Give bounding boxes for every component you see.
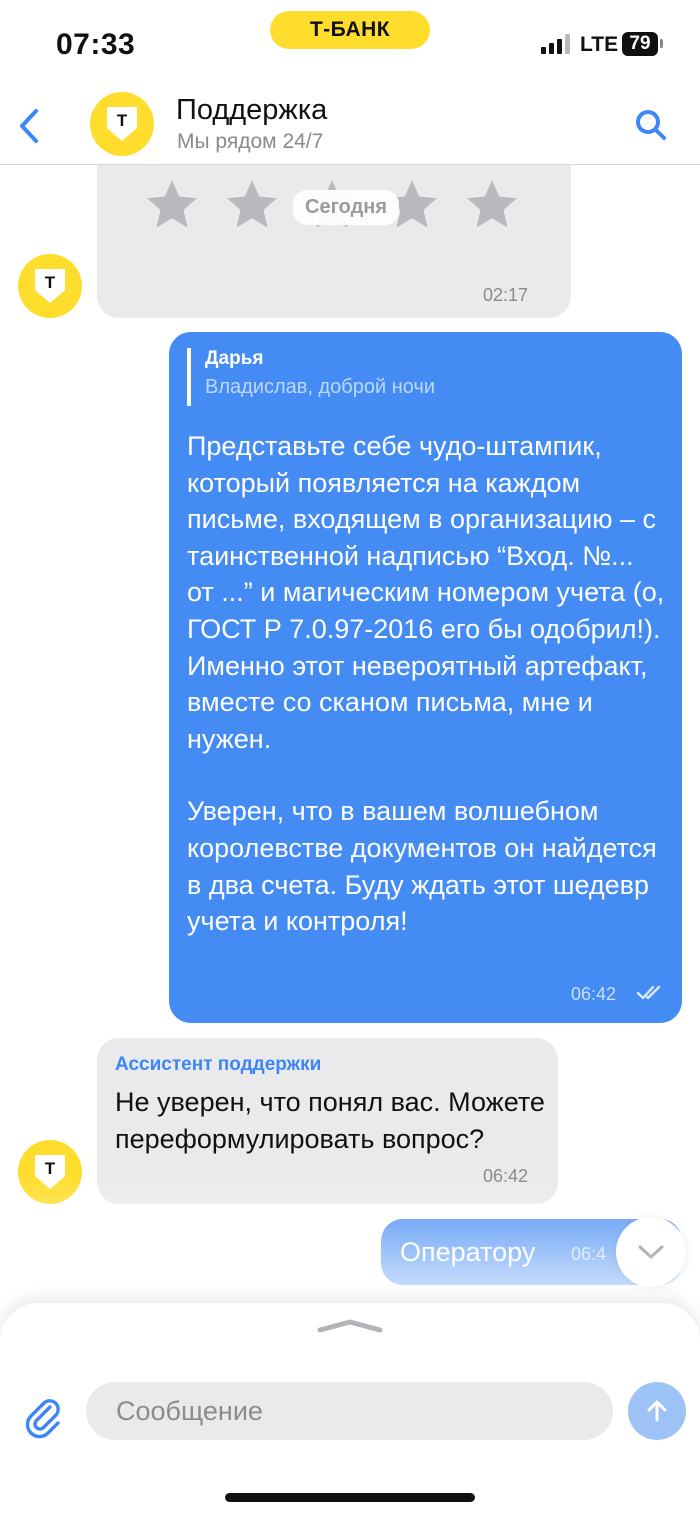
reply-quote[interactable]: Дарья Владислав, доброй ночи — [187, 348, 505, 406]
quote-text: Владислав, доброй ночи — [205, 376, 436, 398]
message-composer — [0, 1303, 700, 1515]
message-time: 06:42 — [483, 1166, 529, 1186]
shield-icon: Т — [35, 1155, 65, 1189]
message-paragraph: Уверен, что в вашем волшебном королевств… — [187, 796, 657, 937]
user-message[interactable]: Дарья Владислав, доброй ночи Представьте… — [169, 332, 682, 1023]
send-button[interactable] — [628, 1382, 686, 1440]
back-arrow-icon[interactable] — [14, 106, 44, 146]
date-divider: Сегодня — [293, 190, 400, 225]
message-text: Оператору — [400, 1237, 536, 1267]
message-time: 06:4 — [571, 1244, 607, 1264]
assistant-message[interactable]: Ассистент поддержки Не уверен, что понял… — [97, 1038, 558, 1204]
network-type: LTE — [580, 33, 619, 56]
support-avatar: Т — [18, 1140, 82, 1204]
message-paragraph: Представьте себе чудо-штампик, который п… — [187, 431, 665, 754]
battery-tip — [660, 39, 663, 48]
star-icon[interactable] — [142, 175, 202, 235]
star-icon[interactable] — [462, 175, 522, 235]
shield-icon: Т — [107, 107, 137, 141]
message-text: Представьте себе чудо-штампик, который п… — [187, 428, 667, 940]
support-avatar: Т — [18, 254, 82, 318]
quote-author: Дарья — [205, 348, 264, 369]
expand-handle-icon[interactable] — [316, 1315, 384, 1335]
message-time: 06:42 — [571, 984, 617, 1004]
double-check-icon — [636, 985, 661, 1000]
arrow-up-icon — [647, 1400, 667, 1422]
shield-icon: Т — [35, 269, 65, 303]
message-time: 02:17 — [483, 285, 529, 305]
chevron-down-icon — [638, 1245, 664, 1259]
scroll-down-button[interactable] — [616, 1217, 686, 1287]
message-input[interactable] — [86, 1382, 613, 1440]
carrier-badge: Т-БАНК — [270, 11, 430, 49]
battery-icon: 79 — [622, 32, 658, 56]
sender-name: Ассистент поддержки — [115, 1054, 322, 1075]
chat-title[interactable]: Поддержка — [176, 94, 327, 127]
message-text: Не уверен, что понял вас. Можете перефор… — [115, 1087, 545, 1154]
paperclip-icon[interactable] — [22, 1395, 66, 1439]
chat-header: Т Поддержка Мы рядом 24/7 — [0, 90, 700, 165]
search-icon[interactable] — [634, 108, 668, 142]
status-bar: 07:33 Т-БАНК LTE 79 — [0, 0, 700, 90]
chat-area[interactable]: 02:17 Сегодня Т Дарья Владислав, доброй … — [0, 125, 700, 1305]
chat-subtitle: Мы рядом 24/7 — [177, 130, 324, 153]
star-icon[interactable] — [222, 175, 282, 235]
message-input-container[interactable] — [86, 1382, 613, 1440]
home-indicator — [225, 1493, 475, 1502]
status-time: 07:33 — [56, 28, 136, 61]
tbank-logo[interactable]: Т — [90, 92, 154, 156]
signal-icon — [541, 34, 570, 54]
